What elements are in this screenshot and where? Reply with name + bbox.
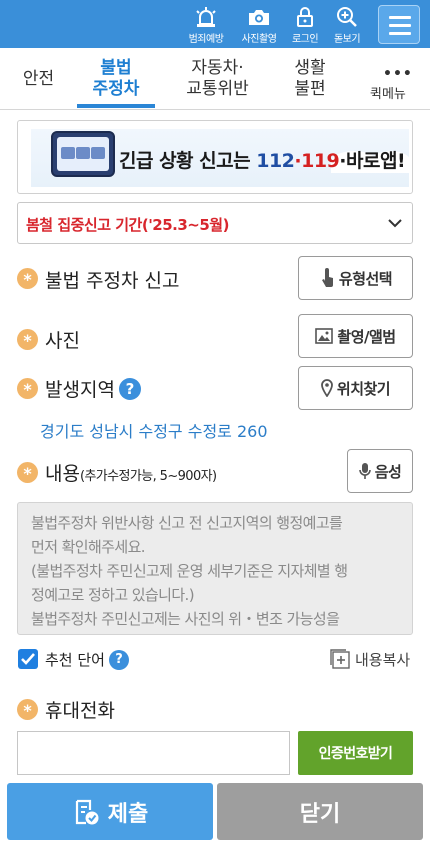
type-select-button[interactable]: 유형선택 [298,256,413,300]
location-help-icon[interactable]: ? [118,378,141,400]
bottom-action-bar: 제출 닫기 [0,783,430,843]
lock-icon [297,7,313,27]
recommend-label: 추천 단어? [45,649,129,670]
copy-plus-icon [330,649,350,669]
required-mark: * [17,462,38,483]
top-bar: 범죄예방 사진촬영 로그인 돋보기 [0,0,430,48]
hamburger-icon [389,16,411,19]
report-type-label: 불법 주정차 신고 [45,270,180,292]
microphone-icon [358,463,371,479]
image-icon [315,328,334,344]
photo-capture-label: 사진촬영 [241,34,277,45]
content-textarea[interactable]: 불법주정차 위반사항 신고 전 신고지역의 행정예고를 먼저 확인해주세요. (… [17,502,413,635]
touch-hand-icon [321,268,333,287]
map-pin-icon [320,379,333,397]
crime-prevention-label: 범죄예방 [188,34,224,45]
tab-living-inconvenience[interactable]: 생활 불편 [275,48,345,110]
recommend-checkbox[interactable] [18,649,38,669]
required-mark: * [17,699,38,720]
document-check-icon [75,799,99,824]
required-mark: * [17,329,38,350]
content-label: 내용(추가수정가능, 5~900자) [45,463,217,485]
copy-content-button[interactable]: 내용복사 [329,648,410,670]
location-label: 발생지역? [45,375,141,402]
tab-illegal-parking[interactable]: 불법 주정차 [77,48,155,110]
phone-illustration-icon [51,131,115,177]
crime-prevention-button[interactable]: 범죄예방 [181,4,231,45]
magnifier-plus-icon [337,7,357,27]
checkmark-icon [21,653,35,665]
content-hint: (추가수정가능, 5~900자) [79,469,217,484]
menu-button[interactable] [378,5,420,44]
active-tab-indicator [77,104,155,108]
camera-icon [249,10,269,25]
chevron-down-icon [388,219,402,228]
required-mark: * [17,378,38,399]
magnifier-label: 돋보기 [333,34,361,45]
emergency-banner[interactable]: 긴급 상황 신고는 112·119·바로앱! [17,120,413,194]
recommend-help-icon[interactable]: ? [108,650,129,670]
required-mark: * [17,268,38,289]
photo-label: 사진 [45,330,80,352]
more-dots-icon[interactable]: ••• [383,66,413,82]
photo-album-button[interactable]: 촬영/앨범 [298,314,413,358]
submit-button[interactable]: 제출 [7,783,213,840]
find-location-button[interactable]: 위치찾기 [298,366,413,410]
voice-input-button[interactable]: 음성 [347,449,413,493]
quick-menu-label[interactable]: 퀵메뉴 [370,83,406,102]
tab-vehicle-traffic[interactable]: 자동차· 교통위반 [170,48,265,110]
phone-number-field[interactable] [17,731,290,775]
phone-label: 휴대전화 [45,700,115,722]
tab-safety[interactable]: 안전 [0,48,77,110]
photo-capture-button[interactable]: 사진촬영 [234,4,284,45]
address-text: 경기도 성남시 수정구 수정로 260 [40,422,268,441]
banner-text: 긴급 상황 신고는 112·119·바로앱! [119,150,406,172]
siren-icon [196,7,216,27]
request-verification-button[interactable]: 인증번호받기 [298,731,413,775]
category-tabs: 안전 불법 주정차 자동차· 교통위반 생활 불편 [0,48,430,110]
notice-dropdown[interactable]: 봄철 집중신고 기간('25.3~5월) [17,202,413,244]
close-button[interactable]: 닫기 [217,783,423,840]
report-form: 긴급 상황 신고는 112·119·바로앱! 봄철 집중신고 기간('25.3~… [0,110,430,783]
magnifier-button[interactable]: 돋보기 [322,4,372,45]
notice-text: 봄철 집중신고 기간('25.3~5월) [26,216,229,234]
